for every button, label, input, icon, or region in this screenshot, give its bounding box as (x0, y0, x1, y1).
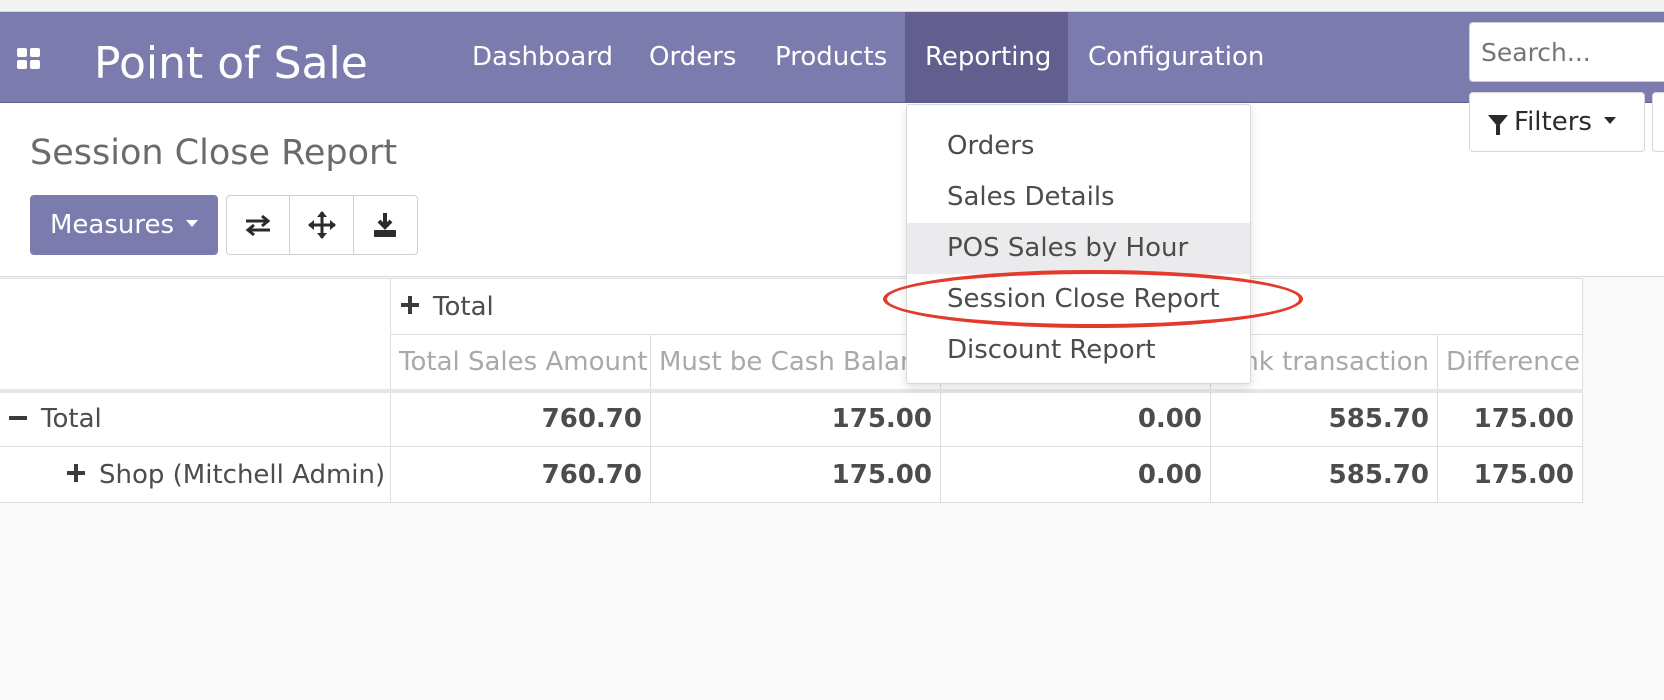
menu-orders[interactable]: Orders (629, 12, 756, 102)
measures-button[interactable]: Measures (30, 195, 218, 255)
caret-down-icon (1603, 117, 1616, 124)
control-panel: Session Close Report Measures (0, 103, 1664, 277)
table-cell[interactable]: 175.00 (1437, 390, 1583, 447)
table-cell[interactable]: 0.00 (940, 446, 1211, 503)
measures-label: Measures (50, 210, 175, 240)
menu-dashboard[interactable]: Dashboard (452, 12, 633, 102)
table-cell[interactable]: 585.70 (1210, 446, 1438, 503)
dropdown-item-orders[interactable]: Orders (907, 121, 1250, 172)
measure-header[interactable]: Total Sales Amount (390, 334, 651, 393)
table-cell[interactable]: 175.00 (650, 390, 941, 447)
caret-down-icon (186, 220, 199, 227)
table-row: Shop (Mitchell Admin) 760.70 175.00 0.00… (0, 446, 1583, 503)
browser-top-strip (0, 0, 1664, 12)
reporting-dropdown: Orders Sales Details POS Sales by Hour S… (906, 104, 1251, 384)
table-cell[interactable]: 760.70 (390, 390, 651, 447)
swap-axis-icon (245, 214, 271, 237)
dropdown-item-session-close-report[interactable]: Session Close Report (907, 274, 1250, 325)
measure-header[interactable]: Difference (1437, 334, 1583, 393)
pivot-tools-group (226, 195, 418, 255)
measure-header[interactable]: Must be Cash Balan (650, 334, 941, 393)
row-header-shop[interactable]: Shop (Mitchell Admin) (0, 446, 391, 503)
menu-products[interactable]: Products (755, 12, 907, 102)
dropdown-item-sales-details[interactable]: Sales Details (907, 172, 1250, 223)
pivot-table: Total Total Sales Amount Must be Cash Ba… (0, 278, 1583, 503)
apps-menu-icon[interactable] (17, 48, 43, 70)
minus-icon (9, 409, 27, 427)
page-title: Session Close Report (30, 133, 398, 173)
filters-label: Filters (1514, 107, 1592, 137)
download-button[interactable] (354, 196, 417, 254)
dropdown-item-discount-report[interactable]: Discount Report (907, 325, 1250, 376)
pivot-corner-lower (0, 334, 391, 393)
plus-icon (67, 464, 85, 482)
groupby-button[interactable] (1652, 92, 1664, 152)
table-cell[interactable]: 175.00 (1437, 446, 1583, 503)
table-cell[interactable]: 175.00 (650, 446, 941, 503)
search-input[interactable] (1469, 22, 1664, 82)
filter-icon (1488, 114, 1508, 135)
dropdown-item-pos-sales-by-hour[interactable]: POS Sales by Hour (907, 223, 1250, 274)
flip-axis-button[interactable] (227, 196, 291, 254)
table-cell[interactable]: 0.00 (940, 390, 1211, 447)
table-cell[interactable]: 585.70 (1210, 390, 1438, 447)
menu-reporting[interactable]: Reporting (905, 12, 1068, 102)
pivot-corner (0, 278, 391, 335)
menu-configuration[interactable]: Configuration (1068, 12, 1284, 102)
expand-all-button[interactable] (290, 196, 354, 254)
table-row: Total 760.70 175.00 0.00 585.70 175.00 (0, 390, 1583, 447)
plus-icon (401, 296, 419, 314)
table-cell[interactable]: 760.70 (390, 446, 651, 503)
download-icon (374, 213, 397, 237)
expand-all-icon (307, 211, 336, 239)
app-title[interactable]: Point of Sale (94, 42, 368, 86)
filters-button[interactable]: Filters (1469, 92, 1645, 152)
row-header-total[interactable]: Total (0, 390, 391, 447)
